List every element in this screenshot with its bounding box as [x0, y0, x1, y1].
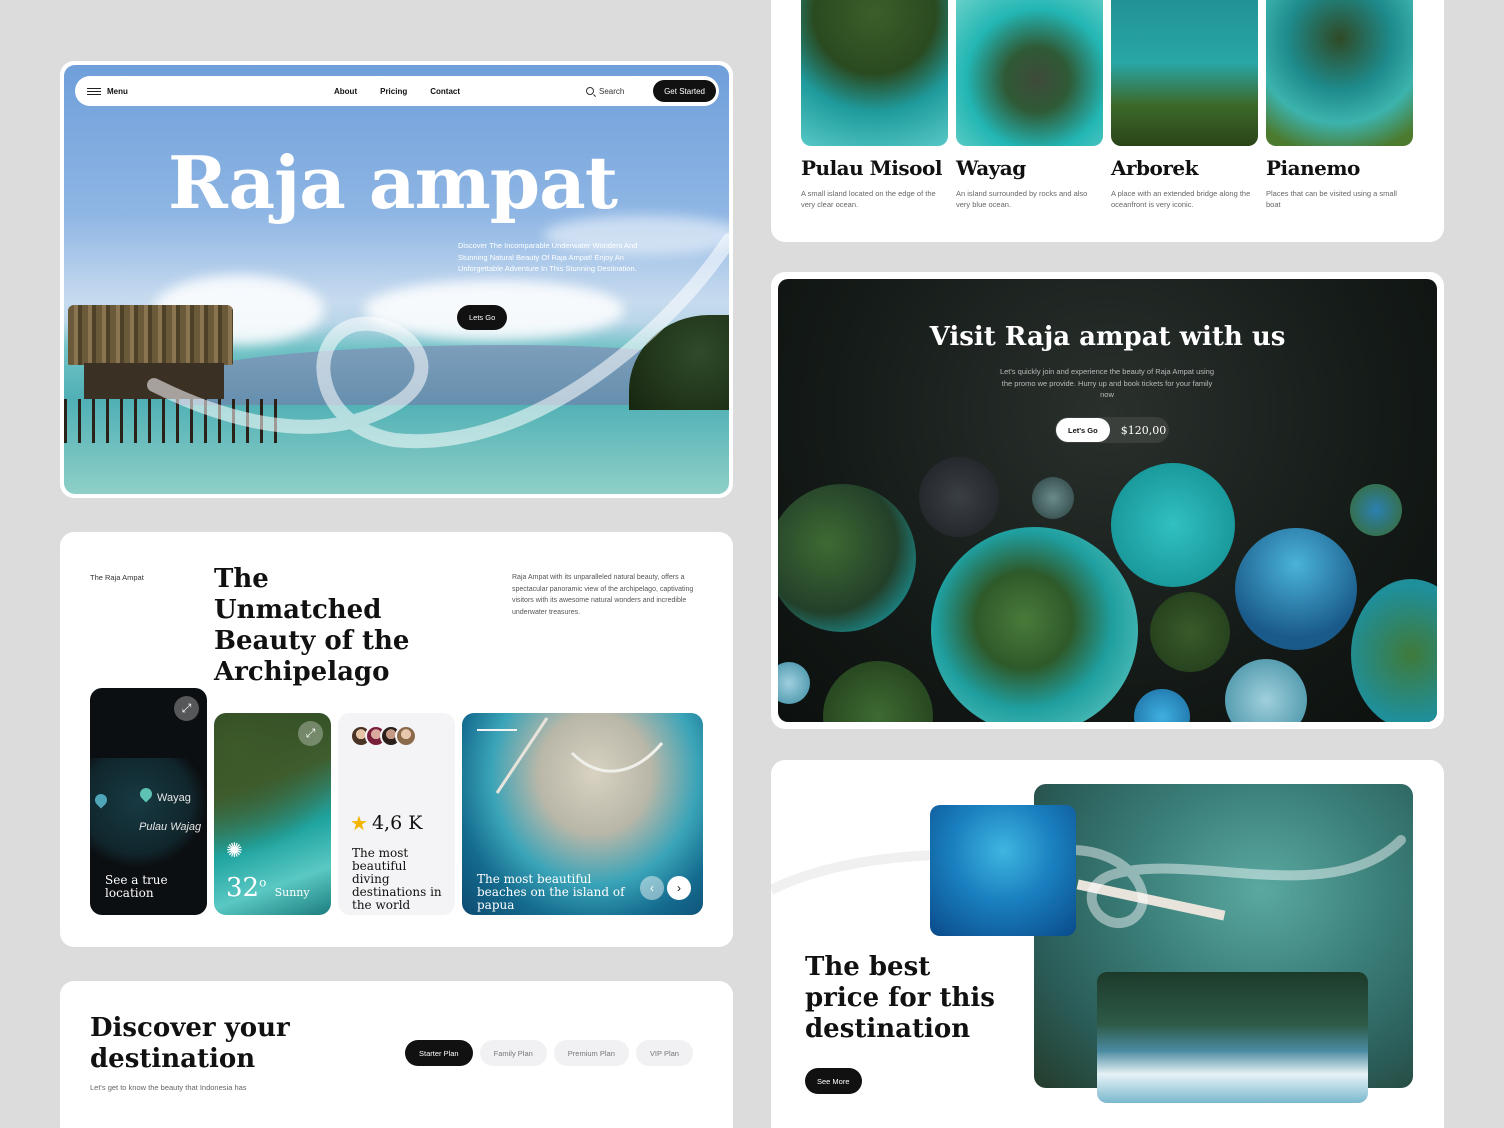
lets-go-button[interactable]: Lets Go [457, 305, 508, 330]
discover-subtitle: Let's get to know the beauty that Indone… [90, 1083, 247, 1092]
island-name: Wayag [956, 156, 1026, 180]
photo-bubble [1134, 689, 1190, 722]
island-image [1111, 0, 1258, 146]
menu-label: Menu [107, 86, 128, 96]
expand-icon[interactable]: ⤢ [298, 721, 323, 746]
get-started-button[interactable]: Get Started [653, 80, 716, 102]
visit-section: Visit Raja ampat with us Let's quickly j… [771, 272, 1444, 729]
tab-vip-plan[interactable]: VIP Plan [635, 1040, 693, 1066]
nav-link-contact[interactable]: Contact [430, 87, 460, 96]
photo-bubble [1350, 484, 1402, 536]
weather-card[interactable]: ⤢ ✺ 32o Sunny [214, 713, 331, 915]
rating-caption: The most beautiful diving destinations i… [352, 846, 442, 912]
island-image [956, 0, 1103, 146]
chevron-left-icon[interactable]: ‹ [640, 876, 664, 900]
island-name: Pulau Misool [801, 156, 942, 180]
photo-bubble [778, 662, 810, 704]
island-card-arborek[interactable]: Arborek A place with an extended bridge … [1111, 0, 1258, 210]
diver-photo [930, 805, 1076, 936]
rating-card[interactable]: ★ 4,6 K The most beautiful diving destina… [338, 713, 455, 915]
expand-icon[interactable]: ⤢ [174, 696, 199, 721]
avatar-group [350, 725, 417, 747]
pin-label-wayag: Wayag [157, 792, 191, 804]
island-card-wayag[interactable]: Wayag An island surrounded by rocks and … [956, 0, 1103, 210]
search-icon [586, 87, 594, 95]
photo-bubble [1150, 592, 1230, 672]
photo-bubble-islands [931, 527, 1138, 722]
hero-description: Discover The Incomparable Underwater Won… [458, 241, 638, 273]
photo-bubble [1225, 659, 1307, 722]
jetski-photo [1097, 972, 1368, 1103]
photo-bubble [1032, 477, 1074, 519]
pin-label-pulau-wajag: Pulau Wajag [139, 821, 202, 833]
photo-bubble [1351, 579, 1437, 722]
tab-family-plan[interactable]: Family Plan [479, 1040, 547, 1066]
nav-links: About Pricing Contact [334, 87, 460, 96]
discover-section: Discover your destination Let's get to k… [60, 981, 733, 1128]
island-card-pulau-misool[interactable]: Pulau Misool A small island located on t… [801, 0, 948, 210]
temperature: 32o Sunny [226, 873, 310, 903]
booking-pill: Let's Go $120,00 [1055, 417, 1169, 443]
island-image [801, 0, 948, 146]
island-name: Pianemo [1266, 156, 1360, 180]
map-card[interactable]: ⤢ Wayag Pulau Wajag See a true location [90, 688, 207, 915]
section-description: Raja Ampat with its unparalleled natural… [512, 574, 694, 616]
island-description: A small island located on the edge of th… [801, 189, 936, 209]
tab-premium-plan[interactable]: Premium Plan [553, 1040, 629, 1066]
beach-card[interactable]: The most beautiful beaches on the island… [462, 713, 703, 915]
visit-banner: Visit Raja ampat with us Let's quickly j… [778, 279, 1437, 722]
section-tag: The Raja Ampat [90, 573, 144, 582]
photo-bubble-fish [1111, 463, 1235, 587]
best-price-section: The best price for this destination See … [771, 760, 1444, 1128]
visit-description: Let's quickly join and experience the be… [999, 367, 1215, 399]
photo-bubble [778, 484, 916, 632]
hero-image: Menu About Pricing Contact Search Get St… [64, 65, 729, 494]
island-image [1266, 0, 1413, 146]
section-title: The Unmatched Beauty of the Archipelago [214, 564, 410, 687]
island-description: A place with an extended bridge along th… [1111, 189, 1251, 209]
tab-starter-plan[interactable]: Starter Plan [405, 1040, 473, 1066]
map-caption: See a true location [105, 873, 168, 900]
archipelago-section: The Raja Ampat The Unmatched Beauty of t… [60, 532, 733, 947]
island-description: Places that can be visited using a small… [1266, 189, 1397, 209]
chevron-right-icon[interactable]: › [667, 876, 691, 900]
nav-link-about[interactable]: About [334, 87, 357, 96]
menu-button[interactable]: Menu [87, 87, 128, 96]
price-tag: $120,00 [1120, 423, 1167, 437]
star-icon: ★ [350, 811, 368, 835]
search-label: Search [599, 86, 625, 96]
hamburger-icon [87, 87, 101, 95]
island-description: An island surrounded by rocks and also v… [956, 189, 1088, 209]
islands-section: Pulau Misool A small island located on t… [771, 0, 1444, 242]
see-more-button[interactable]: See More [805, 1068, 862, 1094]
best-price-title: The best price for this destination [805, 952, 995, 1044]
avatar [395, 725, 417, 747]
hero-card: Menu About Pricing Contact Search Get St… [60, 61, 733, 498]
photo-bubble [919, 457, 999, 537]
map-landmass [90, 758, 207, 868]
rating-value: ★ 4,6 K [350, 811, 423, 835]
lets-go-button[interactable]: Let's Go [1056, 418, 1110, 442]
island-name: Arborek [1111, 156, 1199, 180]
top-navbar: Menu About Pricing Contact Search Get St… [75, 76, 719, 106]
discover-title: Discover your destination [90, 1013, 290, 1074]
hero-title: Raja ampat [168, 140, 618, 225]
plan-tabs: Starter Plan Family Plan Premium Plan VI… [405, 1040, 693, 1066]
swirl-decoration [147, 233, 729, 449]
visit-title: Visit Raja ampat with us [929, 322, 1286, 352]
photo-bubble [823, 661, 933, 722]
search-button[interactable]: Search [586, 87, 624, 96]
nav-link-pricing[interactable]: Pricing [380, 87, 407, 96]
sun-icon: ✺ [226, 840, 243, 862]
island-card-pianemo[interactable]: Pianemo Places that can be visited using… [1266, 0, 1413, 210]
photo-bubble-diver [1235, 528, 1357, 650]
beach-caption: The most beautiful beaches on the island… [477, 872, 625, 912]
